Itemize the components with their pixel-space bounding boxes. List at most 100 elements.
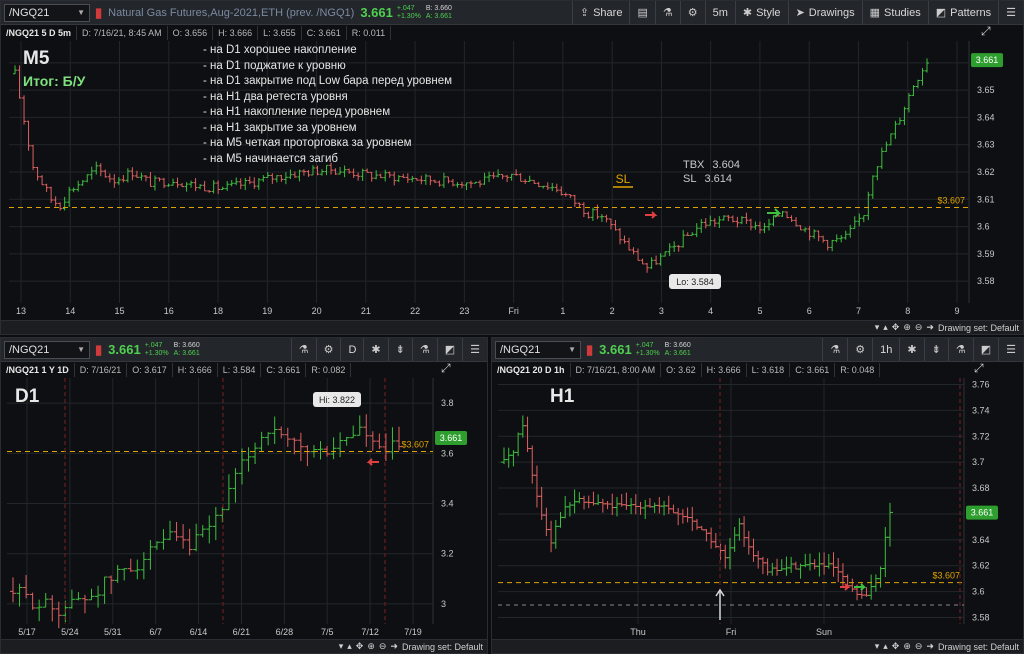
y-tick-label: 3.63 bbox=[977, 140, 995, 150]
pan-icon[interactable]: ✥ bbox=[356, 641, 364, 652]
x-tick-label: 13 bbox=[16, 306, 26, 316]
y-tick-label: 3.65 bbox=[977, 85, 995, 95]
x-tick-label: Fri bbox=[726, 627, 737, 637]
arrow-right-icon[interactable]: ➜ bbox=[390, 641, 398, 652]
m5-chart-panel: /NGQ21 ▼ ▮ Natural Gas Futures,Aug-2021,… bbox=[0, 0, 1024, 335]
x-tick-label: 19 bbox=[262, 306, 272, 316]
y-tick-label: 3.62 bbox=[972, 561, 990, 571]
x-tick-label: 20 bbox=[312, 306, 322, 316]
last-price-label: 3.661 bbox=[440, 433, 463, 443]
h1-chart[interactable]: 3.583.63.623.643.663.683.73.723.743.76Th… bbox=[492, 338, 1024, 640]
sl-label: SL bbox=[683, 173, 697, 185]
x-tick-label: 23 bbox=[459, 306, 469, 316]
drawing-set-label[interactable]: Drawing set: Default bbox=[938, 642, 1019, 652]
zoom-in-icon[interactable]: ⊕ bbox=[903, 641, 911, 652]
arrow-down-icon[interactable]: ▾ bbox=[875, 641, 880, 652]
level-label: $3.607 bbox=[937, 195, 965, 205]
d1-chart[interactable]: 3 3.2 3.4 3.6 3.8 5/17 5/24 5/31 6/7 6/14 6/21 6/28… bbox=[1, 338, 488, 640]
last-price-label: 3.661 bbox=[976, 55, 999, 65]
x-tick-label: 6 bbox=[807, 306, 812, 316]
expand-icon: ⤢ bbox=[973, 361, 984, 375]
trade-levels: TBX 3.604 SL 3.614 bbox=[683, 158, 740, 186]
entry-arrow-red bbox=[366, 458, 379, 466]
zoom-in-icon[interactable]: ⊕ bbox=[903, 322, 911, 333]
x-tick-label: 7 bbox=[856, 306, 861, 316]
note-item: - на H1 закрытие за уровнем bbox=[203, 121, 357, 134]
x-tick-label: 7/5 bbox=[321, 627, 334, 637]
x-tick-label: 5/31 bbox=[104, 627, 122, 637]
zoom-out-icon[interactable]: ⊖ bbox=[379, 641, 387, 652]
zoom-out-icon[interactable]: ⊖ bbox=[915, 322, 923, 333]
last-price-label: 3.661 bbox=[971, 508, 994, 518]
y-tick-label: 3.62 bbox=[977, 167, 995, 177]
expand-icon: ⤢ bbox=[440, 361, 451, 375]
y-tick-label: 3.58 bbox=[972, 613, 990, 623]
note-item: - на D1 хорошее накопление bbox=[203, 44, 357, 56]
arrow-up-icon[interactable]: ▴ bbox=[347, 641, 352, 652]
note-item: - на D1 поджатие к уровню bbox=[203, 59, 346, 72]
x-tick-label: 22 bbox=[410, 306, 420, 316]
drawing-set-label[interactable]: Drawing set: Default bbox=[402, 642, 483, 652]
x-tick-label: Thu bbox=[630, 627, 646, 637]
arrow-down-icon[interactable]: ▾ bbox=[339, 641, 344, 652]
x-tick-label: 15 bbox=[115, 306, 125, 316]
y-tick-label: 3.59 bbox=[977, 249, 995, 259]
y-tick-label: 3.72 bbox=[972, 431, 990, 441]
y-tick-label: 3.6 bbox=[972, 587, 985, 597]
y-tick-label: 3.58 bbox=[977, 276, 995, 286]
arrow-right-icon[interactable]: ➜ bbox=[926, 641, 934, 652]
h1-title: H1 bbox=[550, 386, 575, 407]
pan-icon[interactable]: ✥ bbox=[892, 322, 900, 333]
m5-chart[interactable]: 3.58 3.59 3.6 3.61 3.62 3.63 3.64 3.65 3.661 3 14 1… bbox=[1, 1, 1024, 321]
high-callout-label: Hi: 3.822 bbox=[319, 395, 355, 405]
x-tick-label: 16 bbox=[164, 306, 174, 316]
y-tick-label: 3.4 bbox=[441, 499, 454, 509]
note-item: - на D1 закрытие под Low бара перед уров… bbox=[203, 75, 453, 87]
x-tick-label: 3 bbox=[659, 306, 664, 316]
x-tick-label: 5 bbox=[757, 306, 762, 316]
y-tick-label: 3.6 bbox=[441, 448, 454, 458]
note-item: - на M5 начинается загиб bbox=[203, 152, 338, 165]
drawing-set-label[interactable]: Drawing set: Default bbox=[938, 323, 1019, 333]
x-tick-label: Fri bbox=[508, 306, 519, 316]
low-callout-label: Lo: 3.584 bbox=[676, 277, 714, 287]
y-tick-label: 3.64 bbox=[977, 112, 995, 122]
tbx-value: 3.604 bbox=[712, 159, 740, 171]
y-tick-label: 3.74 bbox=[972, 405, 990, 415]
h1-chart-panel: /NGQ21 ▼ ▮ 3.661 +.047 +1.30% B: 3.660 A… bbox=[491, 337, 1024, 654]
d1-title: D1 bbox=[15, 386, 40, 407]
arrow-down-icon[interactable]: ▾ bbox=[875, 322, 880, 333]
x-tick-label: Sun bbox=[816, 627, 832, 637]
d1-bottom-bar: ▾ ▴ ✥ ⊕ ⊖ ➜ Drawing set: Default bbox=[1, 639, 487, 653]
y-tick-label: 3 bbox=[441, 599, 446, 609]
x-tick-label: 4 bbox=[708, 306, 713, 316]
x-tick-label: 21 bbox=[361, 306, 371, 316]
x-tick-label: 5/17 bbox=[18, 627, 36, 637]
y-tick-label: 3.7 bbox=[972, 457, 985, 467]
y-tick-label: 3.2 bbox=[441, 549, 454, 559]
m5-title: M5 bbox=[23, 48, 50, 69]
result-label: Итог: Б/У bbox=[23, 73, 86, 89]
x-tick-label: 18 bbox=[213, 306, 223, 316]
x-tick-label: 9 bbox=[954, 306, 959, 316]
x-tick-label: 6/7 bbox=[149, 627, 162, 637]
x-tick-label: 14 bbox=[65, 306, 75, 316]
arrow-up-icon[interactable]: ▴ bbox=[883, 322, 888, 333]
expand-icon: ⤢ bbox=[980, 24, 991, 38]
d1-chart-panel: /NGQ21 ▼ ▮ 3.661 +.047 +1.30% B: 3.660 A… bbox=[0, 337, 488, 654]
y-tick-label: 3.61 bbox=[977, 194, 995, 204]
analysis-notes: - на D1 хорошее накопление - на D1 поджа… bbox=[203, 43, 452, 167]
sl-value: 3.614 bbox=[704, 173, 732, 185]
note-item: - на H1 два ретеста уровня bbox=[203, 90, 348, 103]
entry-arrow-red bbox=[645, 211, 658, 219]
arrow-up-icon[interactable]: ▴ bbox=[883, 641, 888, 652]
y-tick-label: 3.76 bbox=[972, 379, 990, 389]
pan-icon[interactable]: ✥ bbox=[892, 641, 900, 652]
y-tick-label: 3.64 bbox=[972, 535, 990, 545]
zoom-in-icon[interactable]: ⊕ bbox=[367, 641, 375, 652]
m5-bottom-bar: ▾ ▴ ✥ ⊕ ⊖ ➜ Drawing set: Default bbox=[1, 320, 1023, 334]
y-tick-label: 3.6 bbox=[977, 222, 990, 232]
h1-bottom-bar: ▾ ▴ ✥ ⊕ ⊖ ➜ Drawing set: Default bbox=[492, 639, 1023, 653]
zoom-out-icon[interactable]: ⊖ bbox=[915, 641, 923, 652]
arrow-right-icon[interactable]: ➜ bbox=[926, 322, 934, 333]
